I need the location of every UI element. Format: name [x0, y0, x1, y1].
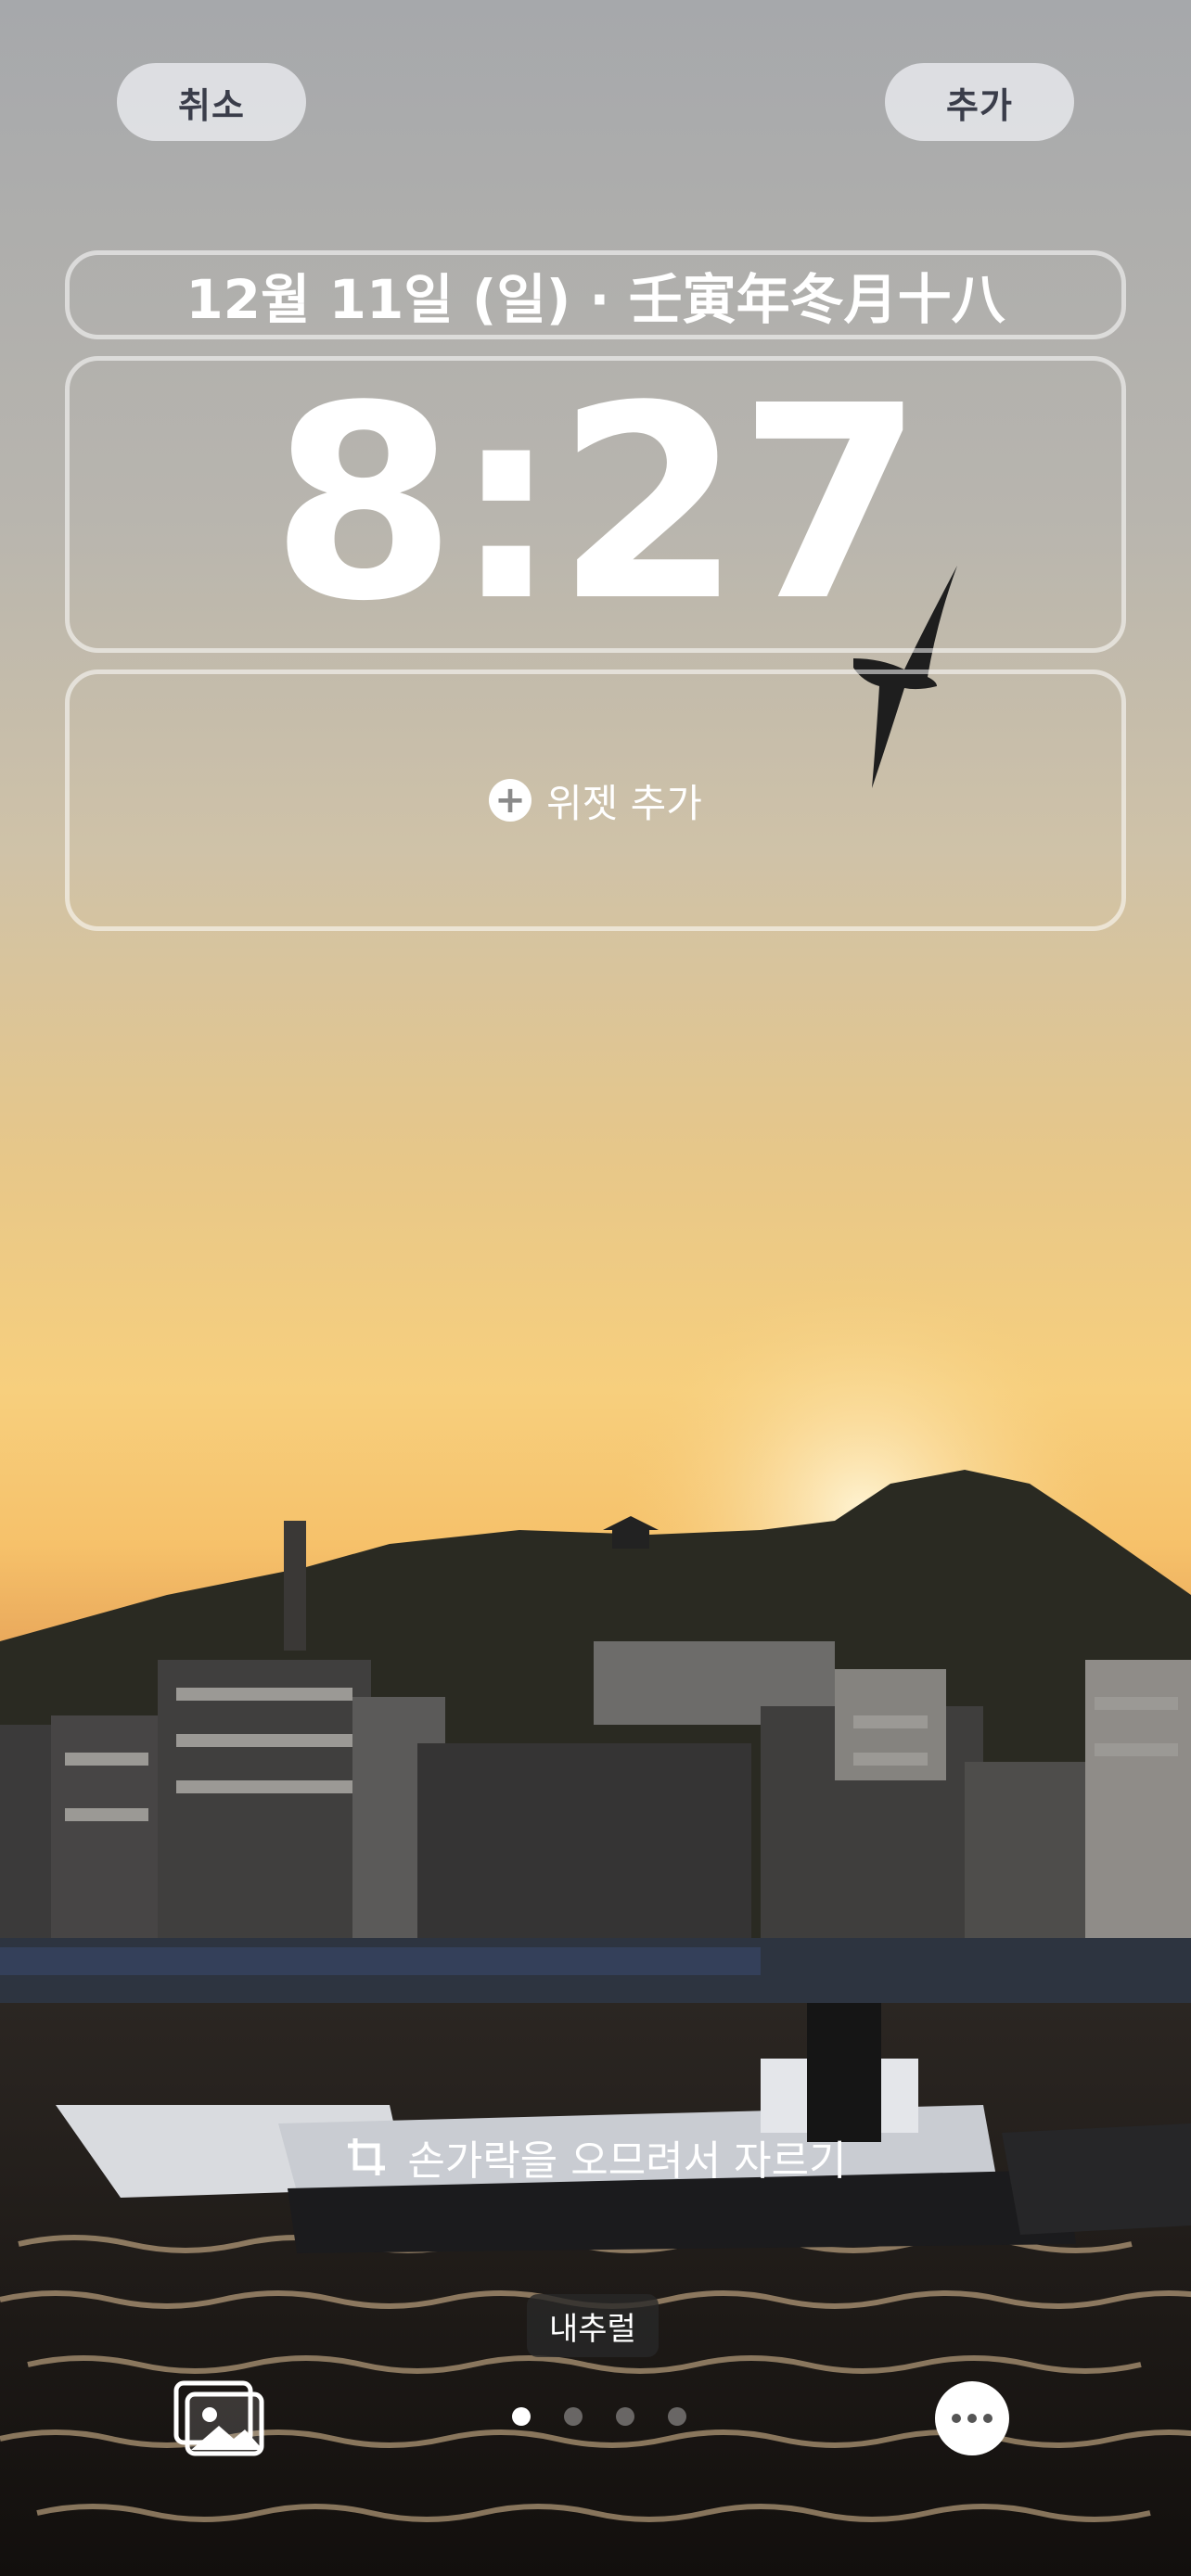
- add-button[interactable]: 추가: [885, 63, 1074, 141]
- date-widget-frame[interactable]: 12월 11일 (일) · 壬寅年冬月十八: [65, 250, 1126, 339]
- clock-text: 8:27: [270, 349, 924, 659]
- cancel-button[interactable]: 취소: [117, 63, 306, 141]
- more-icon: [967, 2414, 977, 2423]
- more-icon: [983, 2414, 992, 2423]
- more-button[interactable]: [935, 2381, 1009, 2455]
- date-text: 12월 11일 (일) · 壬寅年冬月十八: [186, 268, 1005, 331]
- crop-hint-text: 손가락을 오므려서 자르기: [407, 2137, 847, 2185]
- photos-icon: [173, 2380, 264, 2456]
- page-indicator: [512, 2407, 686, 2426]
- photo-style-label: 내추럴: [527, 2294, 659, 2357]
- add-widget-button[interactable]: + 위젯 추가: [70, 674, 1121, 926]
- crop-icon: [348, 2138, 386, 2175]
- crop-hint: 손가락을 오므려서 자르기: [0, 2127, 1191, 2187]
- page-dot[interactable]: [616, 2407, 634, 2426]
- page-dot[interactable]: [564, 2407, 583, 2426]
- page-dot[interactable]: [668, 2407, 686, 2426]
- clock-frame[interactable]: 8:27: [65, 356, 1126, 653]
- plus-icon: +: [489, 779, 532, 822]
- more-icon: [952, 2414, 961, 2423]
- photos-button[interactable]: [173, 2379, 265, 2457]
- page-dot[interactable]: [512, 2407, 531, 2426]
- add-widget-label: 위젯 추가: [546, 780, 702, 826]
- widget-area[interactable]: + 위젯 추가: [65, 670, 1126, 931]
